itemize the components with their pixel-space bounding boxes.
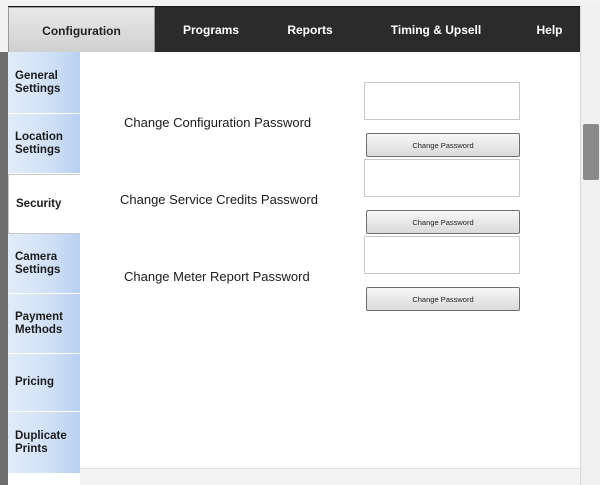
tab-reports[interactable]: Reports	[267, 7, 353, 53]
app-window: Configuration Programs Reports Timing & …	[0, 0, 600, 485]
sidebar: General Settings Location Settings Secur…	[8, 52, 82, 485]
sidebar-item-duplicate-prints[interactable]: Duplicate Prints	[8, 412, 80, 474]
sidebar-item-security[interactable]: Security	[8, 174, 82, 234]
sidebar-item-label: Security	[16, 197, 62, 210]
tab-programs[interactable]: Programs	[155, 7, 267, 53]
tab-help[interactable]: Help	[519, 7, 580, 53]
sidebar-item-label: Duplicate Prints	[15, 429, 67, 455]
sidebar-item-location-settings[interactable]: Location Settings	[8, 114, 80, 174]
meter-report-password-input[interactable]	[364, 236, 520, 274]
sidebar-item-general-settings[interactable]: General Settings	[8, 52, 80, 114]
change-meter-report-password-label: Change Meter Report Password	[124, 269, 310, 284]
sidebar-item-payment-methods[interactable]: Payment Methods	[8, 294, 80, 354]
vertical-scrollbar[interactable]	[580, 6, 600, 485]
sidebar-item-label: Pricing	[15, 376, 54, 388]
change-configuration-password-button[interactable]: Change Password	[366, 133, 520, 157]
change-service-credits-password-button[interactable]: Change Password	[366, 210, 520, 234]
change-service-credits-password-label: Change Service Credits Password	[120, 192, 318, 207]
sidebar-item-pricing[interactable]: Pricing	[8, 354, 80, 412]
sidebar-item-camera-settings[interactable]: Camera Settings	[8, 234, 80, 294]
sidebar-item-label: Location Settings	[15, 130, 63, 156]
tab-timing-upsell[interactable]: Timing & Upsell	[353, 7, 519, 53]
tab-configuration[interactable]: Configuration	[8, 7, 155, 53]
sidebar-rail	[0, 52, 8, 485]
top-tab-bar: Configuration Programs Reports Timing & …	[8, 6, 580, 53]
security-panel: Change Configuration Password Change Pas…	[80, 52, 580, 468]
sidebar-item-label: General Settings	[15, 69, 61, 95]
sidebar-item-label: Camera Settings	[15, 250, 61, 276]
change-configuration-password-label: Change Configuration Password	[124, 115, 312, 130]
status-strip	[80, 468, 580, 485]
scrollbar-thumb[interactable]	[583, 124, 599, 180]
service-credits-password-input[interactable]	[364, 159, 520, 197]
configuration-password-input[interactable]	[364, 82, 520, 120]
sidebar-item-label: Payment Methods	[15, 310, 63, 336]
change-meter-report-password-button[interactable]: Change Password	[366, 287, 520, 311]
